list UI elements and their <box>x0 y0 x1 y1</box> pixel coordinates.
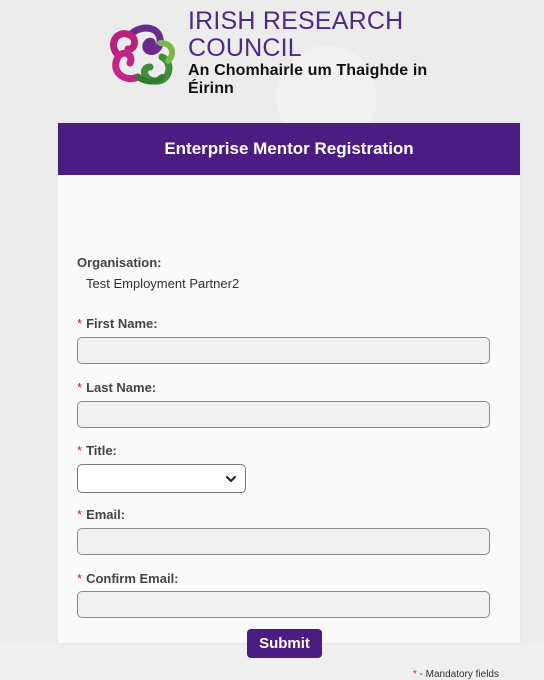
mandatory-note: * - Mandatory fields <box>413 669 499 680</box>
submit-button[interactable]: Submit <box>247 629 322 658</box>
required-marker: * <box>77 380 83 395</box>
confirm-email-label: * Confirm Email: <box>77 571 179 586</box>
email-label-text: Email: <box>86 507 126 522</box>
chevron-down-icon <box>226 476 236 482</box>
required-marker: * <box>77 443 83 458</box>
email-label: * Email: <box>77 507 125 522</box>
last-name-label: * Last Name: <box>77 380 156 395</box>
site-header: IRISH RESEARCH COUNCIL An Chomhairle um … <box>0 0 544 122</box>
last-name-label-text: Last Name: <box>86 380 157 395</box>
title-label-text: Title: <box>86 443 117 458</box>
card-header: Enterprise Mentor Registration <box>58 123 520 175</box>
title-select[interactable] <box>77 464 246 493</box>
required-marker: * <box>77 316 83 331</box>
last-name-input[interactable] <box>77 401 490 428</box>
confirm-email-label-text: Confirm Email: <box>86 571 179 586</box>
first-name-input[interactable] <box>77 337 490 364</box>
irc-logo[interactable]: IRISH RESEARCH COUNCIL An Chomhairle um … <box>102 8 452 97</box>
logo-title: IRISH RESEARCH COUNCIL <box>188 7 404 62</box>
registration-card: Enterprise Mentor Registration Organisat… <box>58 123 520 680</box>
first-name-label-text: First Name: <box>86 316 158 331</box>
title-label: * Title: <box>77 443 117 458</box>
mandatory-note-text: - Mandatory fields <box>416 669 500 680</box>
confirm-email-input[interactable] <box>77 591 490 618</box>
email-input[interactable] <box>77 528 490 555</box>
required-marker: * <box>77 571 83 586</box>
irish-research-council-logo-icon <box>110 24 176 85</box>
logo-subtitle: An Chomhairle um Thaighde in Éirinn <box>188 62 428 97</box>
page-title: Enterprise Mentor Registration <box>164 139 414 158</box>
required-marker: * <box>77 507 83 522</box>
first-name-label: * First Name: <box>77 316 158 331</box>
organisation-value: Test Employment Partner2 <box>86 276 240 291</box>
organisation-label: Organisation: <box>77 255 162 270</box>
